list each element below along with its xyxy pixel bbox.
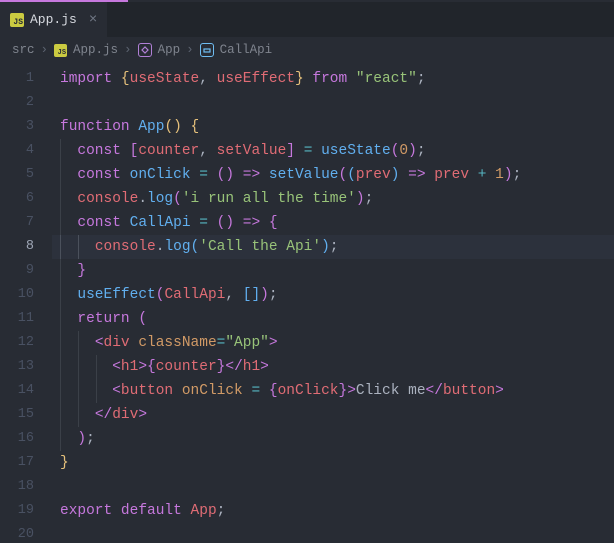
breadcrumb-segment[interactable]: App	[158, 43, 181, 57]
code-line[interactable]	[52, 523, 614, 543]
breadcrumb: src › JS App.js › App › CallApi	[0, 37, 614, 63]
code-line[interactable]: useEffect(CallApi, []);	[52, 283, 614, 307]
code-line[interactable]	[52, 475, 614, 499]
chevron-right-icon: ›	[41, 43, 49, 57]
code-line[interactable]: }	[52, 259, 614, 283]
code-editor[interactable]: 1 2 3 4 5 6 7 8 9 10 11 12 13 14 15 16 1…	[0, 63, 614, 543]
chevron-right-icon: ›	[124, 43, 132, 57]
chevron-right-icon: ›	[186, 43, 194, 57]
code-line[interactable]: function App() {	[52, 115, 614, 139]
code-line[interactable]: <h1>{counter}</h1>	[52, 355, 614, 379]
variable-icon	[200, 43, 214, 57]
breadcrumb-segment[interactable]: src	[12, 43, 35, 57]
code-line[interactable]: return (	[52, 307, 614, 331]
js-icon: JS	[10, 13, 24, 27]
code-line[interactable]: console.log('Call the Api');	[52, 235, 614, 259]
line-number-gutter: 1 2 3 4 5 6 7 8 9 10 11 12 13 14 15 16 1…	[0, 63, 52, 543]
tab-bar: JS App.js ×	[0, 2, 614, 37]
code-line[interactable]: );	[52, 427, 614, 451]
code-line[interactable]: console.log('i run all the time');	[52, 187, 614, 211]
breadcrumb-segment[interactable]: CallApi	[220, 43, 273, 57]
code-line[interactable]	[52, 91, 614, 115]
code-line[interactable]: <div className="App">	[52, 331, 614, 355]
method-icon	[138, 43, 152, 57]
close-icon[interactable]: ×	[89, 13, 97, 27]
code-line[interactable]: import {useState, useEffect} from "react…	[52, 67, 614, 91]
breadcrumb-segment[interactable]: App.js	[73, 43, 118, 57]
code-line[interactable]: const [counter, setValue] = useState(0);	[52, 139, 614, 163]
js-icon: JS	[54, 44, 67, 57]
code-line[interactable]: export default App;	[52, 499, 614, 523]
code-line[interactable]: </div>	[52, 403, 614, 427]
code-line[interactable]: }	[52, 451, 614, 475]
tab-filename: App.js	[30, 12, 77, 27]
code-line[interactable]: const onClick = () => setValue((prev) =>…	[52, 163, 614, 187]
code-line[interactable]: const CallApi = () => {	[52, 211, 614, 235]
code-line[interactable]: <button onClick = {onClick}>Click me</bu…	[52, 379, 614, 403]
tab-app-js[interactable]: JS App.js ×	[0, 2, 107, 37]
code-content[interactable]: import {useState, useEffect} from "react…	[52, 63, 614, 543]
